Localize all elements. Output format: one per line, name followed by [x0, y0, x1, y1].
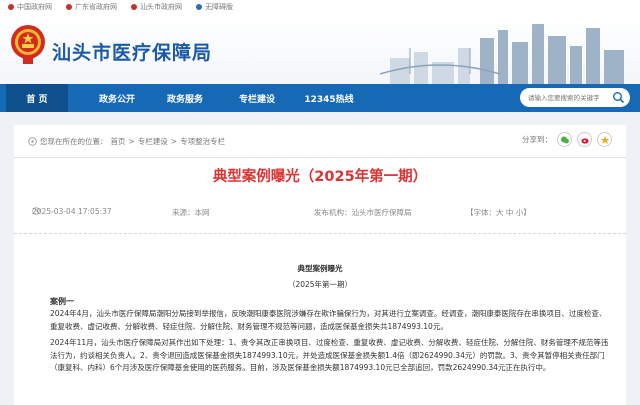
article-publisher: 发布机构：汕头市医疗保障局 — [314, 208, 412, 217]
breadcrumb-separator: > — [170, 137, 178, 146]
qzone-share-button[interactable] — [597, 132, 612, 147]
divider — [14, 157, 626, 158]
breadcrumb-item-columns[interactable]: 专栏建设 — [138, 136, 168, 147]
accessibility-icon — [196, 4, 202, 10]
nav-item-columns[interactable]: 专栏建设 — [226, 84, 288, 112]
top-link-gov-cn[interactable]: 中国政府网 — [8, 2, 52, 12]
breadcrumb-prefix: 您现在所在的位置： — [40, 137, 108, 146]
nav-item-hotline[interactable]: 12345热线 — [298, 84, 360, 112]
gov-link-icon — [66, 4, 72, 10]
national-emblem-icon[interactable] — [10, 22, 46, 66]
article-panel: 您现在所在的位置： 首页 > 专栏建设 > 专项整治专栏 分享到： 典型案例曝光… — [14, 125, 626, 405]
top-links-bar: 中国政府网 广东省政府网 汕头市政府网 无障碍版 — [0, 0, 640, 14]
divider — [14, 233, 626, 234]
nav-item-services[interactable]: 政务服务 — [154, 84, 216, 112]
case-label: 案例一 — [50, 297, 74, 306]
article-paragraph: 2024年4月，汕头市医疗保障局潮阳分局接到举报信，反映潮阳康泰医院涉嫌存在欺诈… — [50, 309, 607, 331]
gov-link-icon — [8, 4, 14, 10]
share-bar: 分享到： — [522, 132, 612, 147]
weibo-icon — [580, 137, 589, 144]
wechat-icon — [560, 136, 569, 143]
article-paragraph: 2024年11月，汕头市医疗保障局对其作出如下处理：1、责令其改正串换项目、过度… — [50, 338, 609, 372]
search-input[interactable] — [528, 93, 616, 102]
breadcrumb: 您现在所在的位置： 首页 > 专栏建设 > 专项整治专栏 — [28, 136, 225, 147]
site-title[interactable]: 汕头市医疗保障局 — [52, 38, 212, 65]
article-title: 典型案例曝光（2025年第一期） — [212, 169, 428, 185]
breadcrumb-item-special[interactable]: 专项整治专栏 — [180, 136, 225, 147]
weibo-share-button[interactable] — [577, 132, 592, 147]
top-link-accessibility[interactable]: 无障碍版 — [196, 2, 233, 12]
city-skyline-banner — [380, 24, 624, 84]
article-source: 来源：本网 — [172, 208, 210, 217]
share-label: 分享到： — [522, 135, 552, 144]
article-subheading: （2025年第一期） — [287, 280, 353, 289]
nav-item-home[interactable]: 首 页 — [6, 84, 68, 112]
main-nav: 首 页 政务公开 政务服务 专栏建设 12345热线 — [0, 84, 640, 112]
wechat-share-button[interactable] — [557, 132, 572, 147]
search-box — [520, 88, 630, 107]
gov-link-icon — [131, 4, 137, 10]
article-heading: 典型案例曝光 — [297, 264, 343, 273]
nav-item-gov-affairs[interactable]: 政务公开 — [86, 84, 148, 112]
top-link-shantou[interactable]: 汕头市政府网 — [131, 2, 182, 12]
publish-date: 2025-03-04 17:05:37 — [32, 207, 112, 216]
location-pin-icon — [28, 137, 37, 146]
qzone-icon — [600, 135, 609, 144]
search-icon[interactable] — [612, 91, 625, 104]
breadcrumb-item-home[interactable]: 首页 — [111, 136, 126, 147]
top-link-guangdong[interactable]: 广东省政府网 — [66, 2, 117, 12]
font-size-switch[interactable]: 【字体：大 中 小】 — [466, 207, 531, 218]
site-header: 汕头市医疗保障局 — [0, 14, 640, 84]
breadcrumb-separator: > — [128, 137, 135, 146]
